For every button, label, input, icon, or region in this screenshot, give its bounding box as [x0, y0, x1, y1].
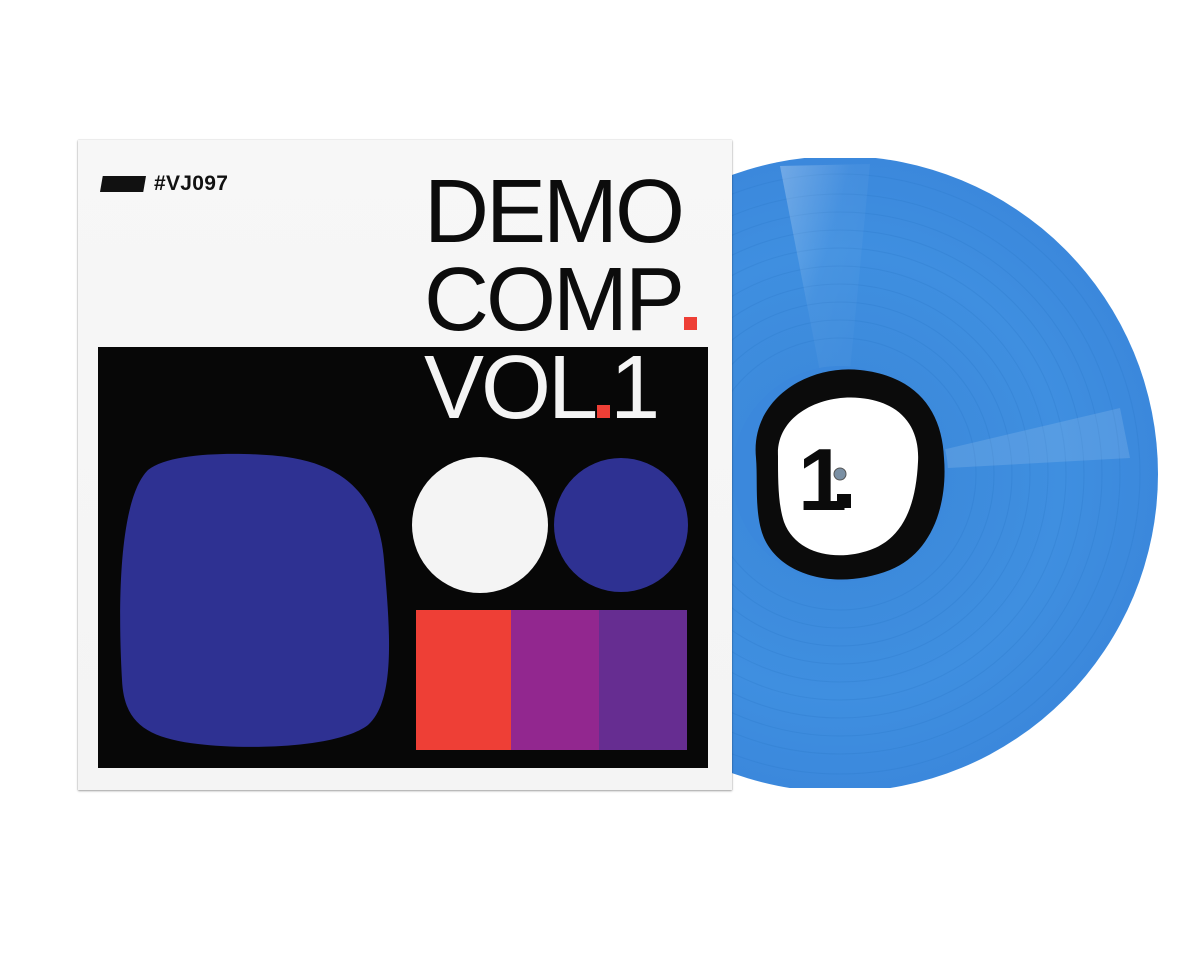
title-red-dot: [684, 317, 697, 330]
vinyl-disc: 1: [720, 158, 1158, 788]
white-circle: [412, 457, 548, 593]
label-dot: [837, 494, 851, 508]
title-line-comp: COMP: [424, 255, 724, 345]
spindle-hole: [833, 467, 847, 481]
magenta-block: [511, 610, 599, 750]
product-image: 1 #VJ097 DEMO COMP VOL 1: [0, 0, 1200, 960]
album-sleeve: #VJ097 DEMO COMP VOL 1: [78, 140, 732, 790]
title-line-demo: DEMO: [424, 162, 685, 262]
album-title: DEMO COMP VOL 1: [424, 162, 724, 438]
large-blob-shape: [120, 453, 390, 747]
purple-block: [599, 610, 687, 750]
vinyl-record: 1: [720, 158, 1160, 788]
blue-circle: [554, 458, 688, 592]
vol-red-dot: [597, 405, 611, 418]
title-line-vol: VOL 1: [424, 338, 660, 438]
red-block: [416, 610, 511, 750]
